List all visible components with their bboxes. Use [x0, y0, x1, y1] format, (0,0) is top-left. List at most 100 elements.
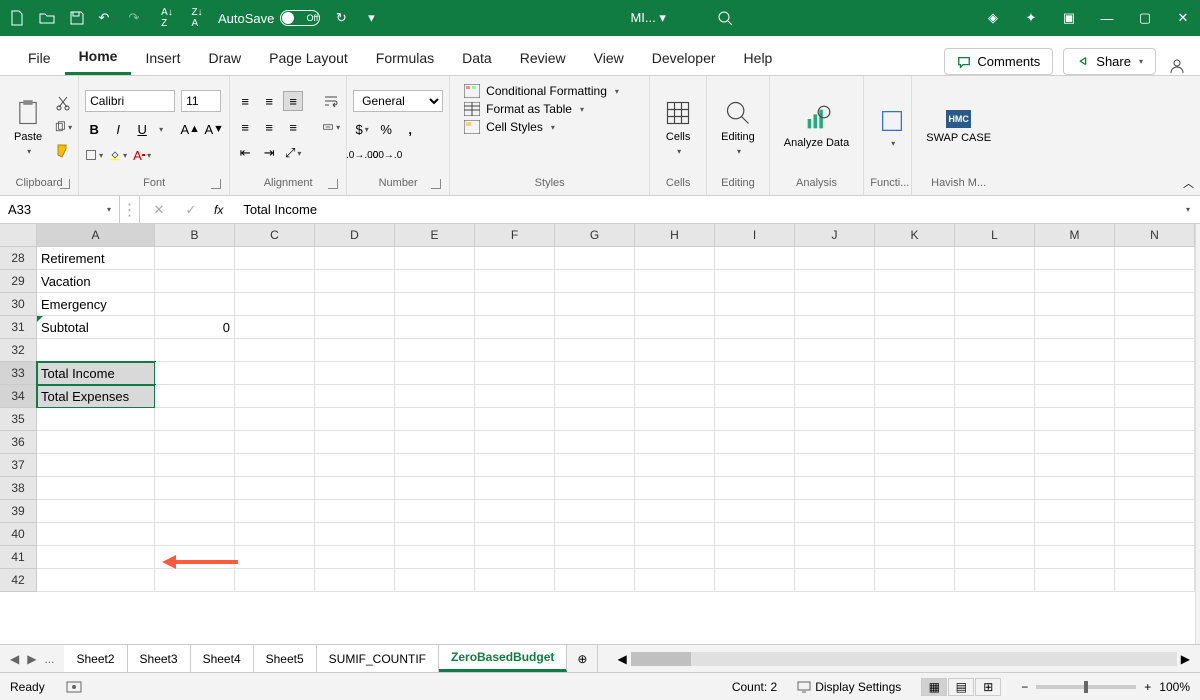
display-settings-button[interactable]: Display Settings: [797, 680, 901, 694]
align-top-icon[interactable]: ≡: [236, 92, 254, 110]
font-color-icon[interactable]: A▾: [133, 146, 151, 164]
tab-insert[interactable]: Insert: [131, 40, 194, 75]
cell-I40[interactable]: [715, 523, 795, 546]
cell-M42[interactable]: [1035, 569, 1115, 592]
cell-E34[interactable]: [395, 385, 475, 408]
tab-page-layout[interactable]: Page Layout: [255, 40, 362, 75]
cell-I34[interactable]: [715, 385, 795, 408]
col-header-I[interactable]: I: [715, 224, 795, 247]
qat-dropdown-icon[interactable]: ▾: [362, 9, 380, 27]
col-header-E[interactable]: E: [395, 224, 475, 247]
align-left-icon[interactable]: ≡: [236, 118, 254, 136]
cell-F41[interactable]: [475, 546, 555, 569]
cell-B34[interactable]: [155, 385, 235, 408]
cell-N41[interactable]: [1115, 546, 1195, 569]
align-middle-icon[interactable]: ≡: [260, 92, 278, 110]
cell-D36[interactable]: [315, 431, 395, 454]
col-header-N[interactable]: N: [1115, 224, 1195, 247]
cell-K34[interactable]: [875, 385, 955, 408]
dialog-launcher-icon[interactable]: [211, 179, 221, 189]
row-header-30[interactable]: 30: [0, 293, 37, 316]
cell-K42[interactable]: [875, 569, 955, 592]
sheet-nav-more[interactable]: ...: [44, 652, 54, 666]
cell-H38[interactable]: [635, 477, 715, 500]
sheet-tab-sumif_countif[interactable]: SUMIF_COUNTIF: [317, 645, 439, 672]
cell-J31[interactable]: [795, 316, 875, 339]
cut-icon[interactable]: [54, 94, 72, 112]
cell-E38[interactable]: [395, 477, 475, 500]
new-sheet-button[interactable]: ⊕: [567, 645, 597, 672]
cell-I41[interactable]: [715, 546, 795, 569]
cell-N34[interactable]: [1115, 385, 1195, 408]
cell-J30[interactable]: [795, 293, 875, 316]
cell-F34[interactable]: [475, 385, 555, 408]
format-painter-icon[interactable]: [54, 142, 72, 160]
row-header-36[interactable]: 36: [0, 431, 37, 454]
cell-D37[interactable]: [315, 454, 395, 477]
col-header-G[interactable]: G: [555, 224, 635, 247]
normal-view-icon[interactable]: ▦: [921, 678, 947, 696]
cell-H40[interactable]: [635, 523, 715, 546]
col-header-M[interactable]: M: [1035, 224, 1115, 247]
col-header-L[interactable]: L: [955, 224, 1035, 247]
cell-G31[interactable]: [555, 316, 635, 339]
row-header-41[interactable]: 41: [0, 546, 37, 569]
cell-D29[interactable]: [315, 270, 395, 293]
cell-L37[interactable]: [955, 454, 1035, 477]
percent-icon[interactable]: %: [377, 120, 395, 138]
decrease-decimal-icon[interactable]: .00→.0: [377, 146, 395, 164]
cell-I37[interactable]: [715, 454, 795, 477]
cell-M33[interactable]: [1035, 362, 1115, 385]
cell-N36[interactable]: [1115, 431, 1195, 454]
cell-K29[interactable]: [875, 270, 955, 293]
row-header-40[interactable]: 40: [0, 523, 37, 546]
cell-D40[interactable]: [315, 523, 395, 546]
cell-N29[interactable]: [1115, 270, 1195, 293]
cell-G32[interactable]: [555, 339, 635, 362]
page-layout-view-icon[interactable]: ▤: [948, 678, 974, 696]
cell-N42[interactable]: [1115, 569, 1195, 592]
cell-E41[interactable]: [395, 546, 475, 569]
orientation-icon[interactable]: ⤢▾: [284, 144, 302, 162]
cell-B41[interactable]: [155, 546, 235, 569]
cell-K35[interactable]: [875, 408, 955, 431]
cell-J42[interactable]: [795, 569, 875, 592]
scroll-left-icon[interactable]: ◀: [617, 652, 626, 666]
cell-F35[interactable]: [475, 408, 555, 431]
tab-draw[interactable]: Draw: [194, 40, 255, 75]
cell-F31[interactable]: [475, 316, 555, 339]
row-header-32[interactable]: 32: [0, 339, 37, 362]
comments-button[interactable]: Comments: [944, 48, 1053, 75]
row-header-29[interactable]: 29: [0, 270, 37, 293]
cell-D32[interactable]: [315, 339, 395, 362]
font-size-combo[interactable]: [181, 90, 221, 112]
cell-M28[interactable]: [1035, 247, 1115, 270]
cell-L39[interactable]: [955, 500, 1035, 523]
cell-M32[interactable]: [1035, 339, 1115, 362]
cell-H35[interactable]: [635, 408, 715, 431]
number-format-combo[interactable]: General: [353, 90, 443, 112]
cell-B30[interactable]: [155, 293, 235, 316]
cell-E37[interactable]: [395, 454, 475, 477]
cell-M39[interactable]: [1035, 500, 1115, 523]
analyze-data-button[interactable]: Analyze Data: [776, 80, 857, 174]
cell-K31[interactable]: [875, 316, 955, 339]
cell-H37[interactable]: [635, 454, 715, 477]
cell-D42[interactable]: [315, 569, 395, 592]
cell-H34[interactable]: [635, 385, 715, 408]
cell-B37[interactable]: [155, 454, 235, 477]
cell-A41[interactable]: [37, 546, 155, 569]
increase-font-icon[interactable]: A▲: [181, 120, 199, 138]
account-name[interactable]: MI... ▾: [630, 10, 665, 26]
cell-G42[interactable]: [555, 569, 635, 592]
cell-I30[interactable]: [715, 293, 795, 316]
cell-C31[interactable]: [235, 316, 315, 339]
cell-G39[interactable]: [555, 500, 635, 523]
dialog-launcher-icon[interactable]: [431, 179, 441, 189]
cell-E36[interactable]: [395, 431, 475, 454]
cell-N38[interactable]: [1115, 477, 1195, 500]
cell-A37[interactable]: [37, 454, 155, 477]
cell-A28[interactable]: Retirement: [37, 247, 155, 270]
cell-F28[interactable]: [475, 247, 555, 270]
cell-A29[interactable]: Vacation: [37, 270, 155, 293]
